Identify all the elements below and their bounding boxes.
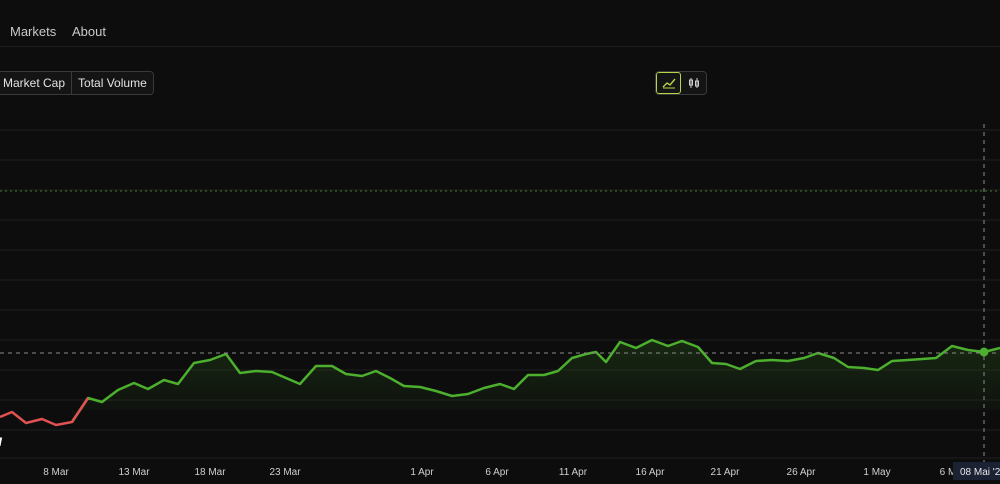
crosshair-date-text: 08 Mai '2 [960, 467, 1000, 478]
price-area-fill [72, 340, 1000, 422]
x-tick-label: 21 Apr [711, 467, 741, 478]
x-axis-ticks: 8 Mar 13 Mar 18 Mar 23 Mar 1 Apr 6 Apr 11 Apr 1… [43, 467, 956, 478]
x-tick-label: 18 Mar [194, 467, 226, 478]
market-cap-button[interactable]: Market Cap [0, 72, 72, 94]
x-tick-label: 16 Apr [636, 467, 666, 478]
top-navigation: Markets About [0, 0, 1000, 47]
nav-markets[interactable]: Markets [10, 24, 56, 39]
chart-type-toggle [655, 71, 707, 95]
total-volume-button[interactable]: Total Volume [71, 72, 153, 94]
crosshair-date-label: 08 Mai '2 [953, 462, 1000, 480]
nav-about[interactable]: About [72, 24, 106, 39]
candlestick-icon [688, 78, 699, 88]
x-tick-label: 6 Apr [485, 467, 509, 478]
x-tick-label: 26 Apr [787, 467, 817, 478]
x-tick-label: 8 Mar [43, 467, 69, 478]
line-chart-icon [662, 78, 676, 89]
x-tick-label: 11 Apr [559, 467, 588, 478]
line-chart-button[interactable] [656, 72, 681, 94]
metric-toggle-group: Market Cap Total Volume [0, 71, 154, 95]
x-tick-label: 23 Mar [269, 467, 301, 478]
price-chart[interactable]: 8 Mar 13 Mar 18 Mar 23 Mar 1 Apr 6 Apr 11 Apr 1… [0, 110, 1000, 484]
crosshair-point [979, 347, 989, 357]
candlestick-button[interactable] [681, 72, 706, 94]
x-tick-label: 1 May [863, 467, 890, 478]
x-tick-label: 13 Mar [118, 467, 150, 478]
watermark-logo: ı [0, 433, 3, 450]
x-tick-label: 1 Apr [410, 467, 434, 478]
